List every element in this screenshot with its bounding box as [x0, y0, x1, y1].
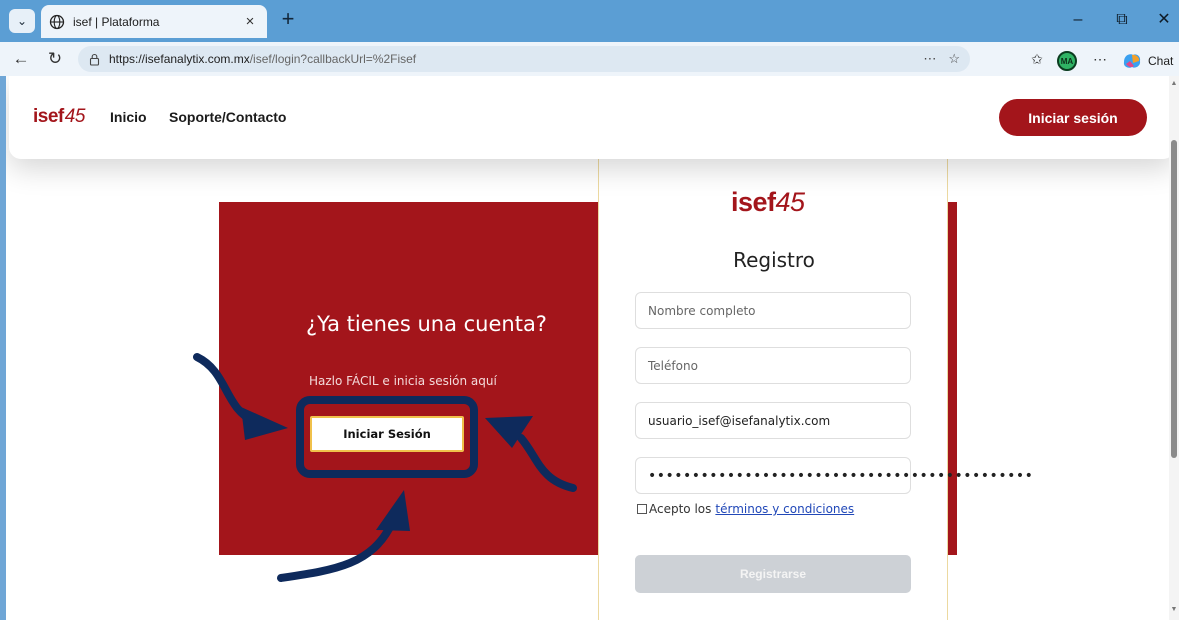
- terms-text: Acepto los: [649, 502, 712, 516]
- scroll-thumb[interactable]: [1171, 140, 1177, 458]
- lock-icon[interactable]: [88, 53, 101, 66]
- register-button[interactable]: Registrarse: [635, 555, 911, 593]
- refresh-icon[interactable]: ↻: [44, 48, 66, 70]
- more-icon[interactable]: ⋯: [1090, 49, 1110, 69]
- chat-label[interactable]: Chat: [1148, 51, 1173, 71]
- brand-logo[interactable]: isef45: [33, 106, 85, 128]
- register-title: Registro: [733, 248, 815, 272]
- restore-icon[interactable]: ⧉: [1107, 8, 1137, 32]
- copilot-icon[interactable]: [1121, 50, 1143, 72]
- register-card: isef45 Registro Nombre completo Teléfono…: [598, 155, 1033, 620]
- tab-close-icon[interactable]: ×: [241, 13, 259, 30]
- site-header: isef45 Inicio Soporte/Contacto Iniciar s…: [9, 76, 1169, 159]
- collections-icon[interactable]: ✩: [1027, 49, 1047, 69]
- tab-title: isef | Plataforma: [73, 14, 160, 29]
- browser-address-bar: ← ↻ https://isefanalytix.com.mx/isef/log…: [0, 42, 1179, 76]
- nav-inicio[interactable]: Inicio: [110, 109, 147, 125]
- nav-soporte-contacto[interactable]: Soporte/Contacto: [169, 109, 286, 125]
- terms-row: Acepto los términos y condiciones: [637, 502, 854, 516]
- reading-mode-icon[interactable]: ⋯: [923, 51, 936, 67]
- back-arrow-icon[interactable]: ←: [10, 48, 32, 70]
- minimize-icon[interactable]: –: [1063, 8, 1093, 32]
- browser-tab-bar: ⌄ isef | Plataforma × + – ⧉ ✕: [0, 0, 1179, 42]
- email-field[interactable]: usuario_isef@isefanalytix.com: [635, 402, 911, 439]
- globe-icon: [49, 14, 65, 29]
- terms-link[interactable]: términos y condiciones: [715, 502, 854, 516]
- panel-subtitle: Hazlo FÁCIL e inicia sesión aquí: [309, 374, 497, 388]
- close-icon[interactable]: ✕: [1149, 8, 1179, 32]
- scroll-down-icon[interactable]: ▼: [1169, 606, 1179, 613]
- register-logo: isef45: [731, 187, 805, 217]
- name-field[interactable]: Nombre completo: [635, 292, 911, 329]
- header-login-button[interactable]: Iniciar sesión: [999, 99, 1147, 136]
- page-viewport: isef45 Inicio Soporte/Contacto Iniciar s…: [6, 76, 1169, 620]
- page-scrollbar[interactable]: ▲ ▼: [1169, 76, 1179, 620]
- panel-login-button[interactable]: Iniciar Sesión: [310, 416, 464, 452]
- new-tab-button[interactable]: +: [276, 8, 300, 32]
- browser-tab[interactable]: isef | Plataforma ×: [41, 5, 267, 38]
- panel-title: ¿Ya tienes una cuenta?: [306, 312, 547, 336]
- tab-list-chevron-icon[interactable]: ⌄: [9, 9, 35, 33]
- profile-avatar[interactable]: MA: [1057, 51, 1077, 71]
- url-text: https://isefanalytix.com.mx/isef/login?c…: [109, 52, 417, 66]
- scroll-up-icon[interactable]: ▲: [1169, 80, 1179, 87]
- url-field[interactable]: https://isefanalytix.com.mx/isef/login?c…: [78, 46, 970, 72]
- password-field[interactable]: ••••••••••••••••••••••••••••••••••••••••…: [635, 457, 1033, 494]
- favorites-star-icon[interactable]: ☆: [948, 51, 960, 67]
- terms-checkbox[interactable]: [637, 504, 647, 514]
- phone-field[interactable]: Teléfono: [635, 347, 911, 384]
